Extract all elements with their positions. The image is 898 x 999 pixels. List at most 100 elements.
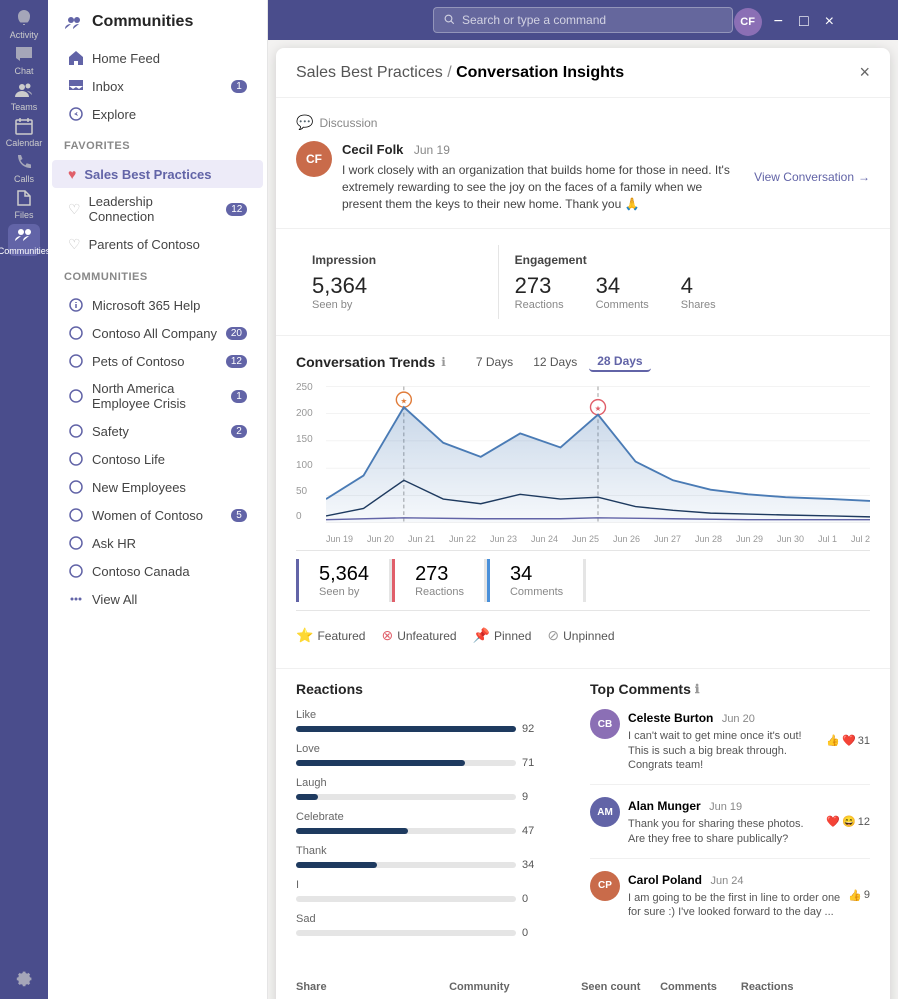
insight-close-button[interactable]: × xyxy=(859,62,870,83)
contoso-all-badge: 20 xyxy=(226,327,247,340)
i-bar-row: I 0 xyxy=(296,879,578,905)
heart-icon-2: ♡ xyxy=(68,201,81,218)
reactions-panel: Reactions Like 92 Love xyxy=(296,669,578,959)
sidebar-item-pets-of-contoso[interactable]: Pets of Contoso 12 xyxy=(52,347,263,375)
stats-row: Impression 5,364 Seen by Engagement 273 … xyxy=(276,229,890,336)
safety-badge: 2 xyxy=(231,425,247,438)
window-close-button[interactable]: × xyxy=(821,13,838,31)
col-header-community: Community xyxy=(449,981,564,993)
impression-stat: Impression 5,364 Seen by xyxy=(296,245,499,319)
main-area: Search or type a command CF − □ × Sales … xyxy=(268,0,898,999)
reactions-stat: 273 Reactions xyxy=(515,273,564,311)
sidebar-item-inbox[interactable]: Inbox 1 xyxy=(52,72,263,100)
minimize-button[interactable]: − xyxy=(770,13,787,31)
col-header-share: Share xyxy=(296,981,449,993)
celebrate-bar-track xyxy=(296,828,516,834)
user-avatar[interactable]: CF xyxy=(734,8,762,36)
pinned-icon: 📌 Pinned xyxy=(473,627,532,644)
trends-header: Conversation Trends ℹ 7 Days 12 Days 28 … xyxy=(296,352,870,372)
pets-badge: 12 xyxy=(226,355,247,368)
comment-row-1: CB Celeste Burton Jun 20 I can't wait to… xyxy=(590,709,870,785)
shares-stat: 4 Shares xyxy=(681,273,716,311)
arrow-icon: → xyxy=(858,170,870,184)
bottom-panels: Reactions Like 92 Love xyxy=(276,669,890,975)
sidebar-item-activity[interactable]: Activity xyxy=(8,8,40,40)
sidebar-item-view-all[interactable]: View All xyxy=(52,585,263,613)
svg-text:★: ★ xyxy=(595,404,602,413)
period-tab-12days[interactable]: 12 Days xyxy=(525,352,585,372)
sidebar: Communities Home Feed Inbox 1 Explore Fa… xyxy=(48,0,268,999)
sidebar-item-teams[interactable]: Teams xyxy=(8,80,40,112)
sad-bar-track xyxy=(296,930,516,936)
sidebar-item-north-america-employee-crisis[interactable]: North America Employee Crisis 1 xyxy=(52,375,263,417)
sidebar-title: Communities xyxy=(92,13,193,31)
comment-content-1: Celeste Burton Jun 20 I can't wait to ge… xyxy=(628,709,818,772)
favorites-section-title: Favorites xyxy=(48,132,267,156)
sidebar-item-ask-hr[interactable]: Ask HR xyxy=(52,529,263,557)
sidebar-item-calendar[interactable]: Calendar xyxy=(8,116,40,148)
comment-row-3: CP Carol Poland Jun 24 I am going to be … xyxy=(590,871,870,932)
comment-avatar-2: AM xyxy=(590,797,620,827)
discussion-section: 💬 Discussion CF Cecil Folk Jun 19 I work… xyxy=(276,98,890,229)
breadcrumb: Sales Best Practices xyxy=(296,64,443,81)
sidebar-item-chat[interactable]: Chat xyxy=(8,44,40,76)
sidebar-item-files[interactable]: Files xyxy=(8,188,40,220)
post-avatar: CF xyxy=(296,141,332,177)
sidebar-item-safety[interactable]: Safety 2 xyxy=(52,417,263,445)
sidebar-item-home-feed[interactable]: Home Feed xyxy=(52,44,263,72)
maximize-button[interactable]: □ xyxy=(795,13,813,31)
laugh-bar-fill xyxy=(296,794,318,800)
post-author: Cecil Folk xyxy=(342,142,403,157)
comment-row-2: AM Alan Munger Jun 19 Thank you for shar… xyxy=(590,797,870,859)
sidebar-item-contoso-canada[interactable]: Contoso Canada xyxy=(52,557,263,585)
sidebar-item-parents-of-contoso[interactable]: ♡ Parents of Contoso xyxy=(52,230,263,259)
post-row: CF Cecil Folk Jun 19 I work closely with… xyxy=(296,141,870,212)
laugh-count: 9 xyxy=(522,791,528,803)
nav-settings-icon[interactable] xyxy=(8,963,40,995)
engagement-stat: Engagement 273 Reactions 34 Comments 4 S xyxy=(499,245,870,319)
communities-header-icon xyxy=(64,12,84,32)
love-count: 71 xyxy=(522,757,534,769)
insight-panel: Sales Best Practices / Conversation Insi… xyxy=(276,48,890,999)
thank-bar-row: Thank 34 xyxy=(296,845,578,871)
sidebar-item-microsoft-365-help[interactable]: Microsoft 365 Help xyxy=(52,291,263,319)
top-comments-info-icon: ℹ xyxy=(695,682,700,696)
sidebar-item-contoso-life[interactable]: Contoso Life xyxy=(52,445,263,473)
chart-x-labels: Jun 19Jun 20Jun 21Jun 22Jun 23 Jun 24Jun… xyxy=(326,534,870,544)
sidebar-item-leadership-connection[interactable]: ♡ Leadership Connection 12 xyxy=(52,188,263,230)
comment-reactions-1: 👍❤️ 31 xyxy=(826,709,870,772)
view-conversation-button[interactable]: View Conversation → xyxy=(754,170,870,184)
search-icon xyxy=(444,14,456,26)
featured-icon: ⭐ Featured xyxy=(296,627,365,644)
sidebar-item-contoso-all-company[interactable]: Contoso All Company 20 xyxy=(52,319,263,347)
col-header-action xyxy=(793,981,870,993)
unpinned-symbol: ⊘ xyxy=(547,627,559,644)
table-header: Share Community Seen count Comments Reac… xyxy=(296,975,870,999)
trend-comments-stat: 34 Comments xyxy=(487,559,586,602)
celebrate-count: 47 xyxy=(522,825,534,837)
discussion-label: 💬 Discussion xyxy=(296,114,870,131)
col-header-seen: Seen count xyxy=(564,981,641,993)
sidebar-item-sales-best-practices[interactable]: ♥ Sales Best Practices xyxy=(52,160,263,188)
sidebar-item-women-of-contoso[interactable]: Women of Contoso 5 xyxy=(52,501,263,529)
comment-avatar-3: CP xyxy=(590,871,620,901)
topbar: Search or type a command CF − □ × xyxy=(268,0,898,40)
thank-bar-track xyxy=(296,862,516,868)
reaction-bars: Like 92 Love xyxy=(296,709,578,939)
search-box[interactable]: Search or type a command xyxy=(433,7,733,33)
like-bar-track xyxy=(296,726,516,732)
chart-svg-wrapper: ★ ★ xyxy=(326,382,870,532)
sidebar-item-calls[interactable]: Calls xyxy=(8,152,40,184)
sad-bar-row: Sad 0 xyxy=(296,913,578,939)
sidebar-item-explore[interactable]: Explore xyxy=(52,100,263,128)
period-tab-7days[interactable]: 7 Days xyxy=(468,352,521,372)
topbar-right: CF − □ × xyxy=(734,8,838,36)
i-bar-track xyxy=(296,896,516,902)
na-badge: 1 xyxy=(231,390,247,403)
i-count: 0 xyxy=(522,893,528,905)
period-tab-28days[interactable]: 28 Days xyxy=(589,352,650,372)
comment-reactions-3: 👍 9 xyxy=(848,871,870,920)
unfeatured-icon: ⊗ Unfeatured xyxy=(381,627,456,644)
sidebar-item-communities[interactable]: Communities xyxy=(8,224,40,256)
sidebar-item-new-employees[interactable]: New Employees xyxy=(52,473,263,501)
